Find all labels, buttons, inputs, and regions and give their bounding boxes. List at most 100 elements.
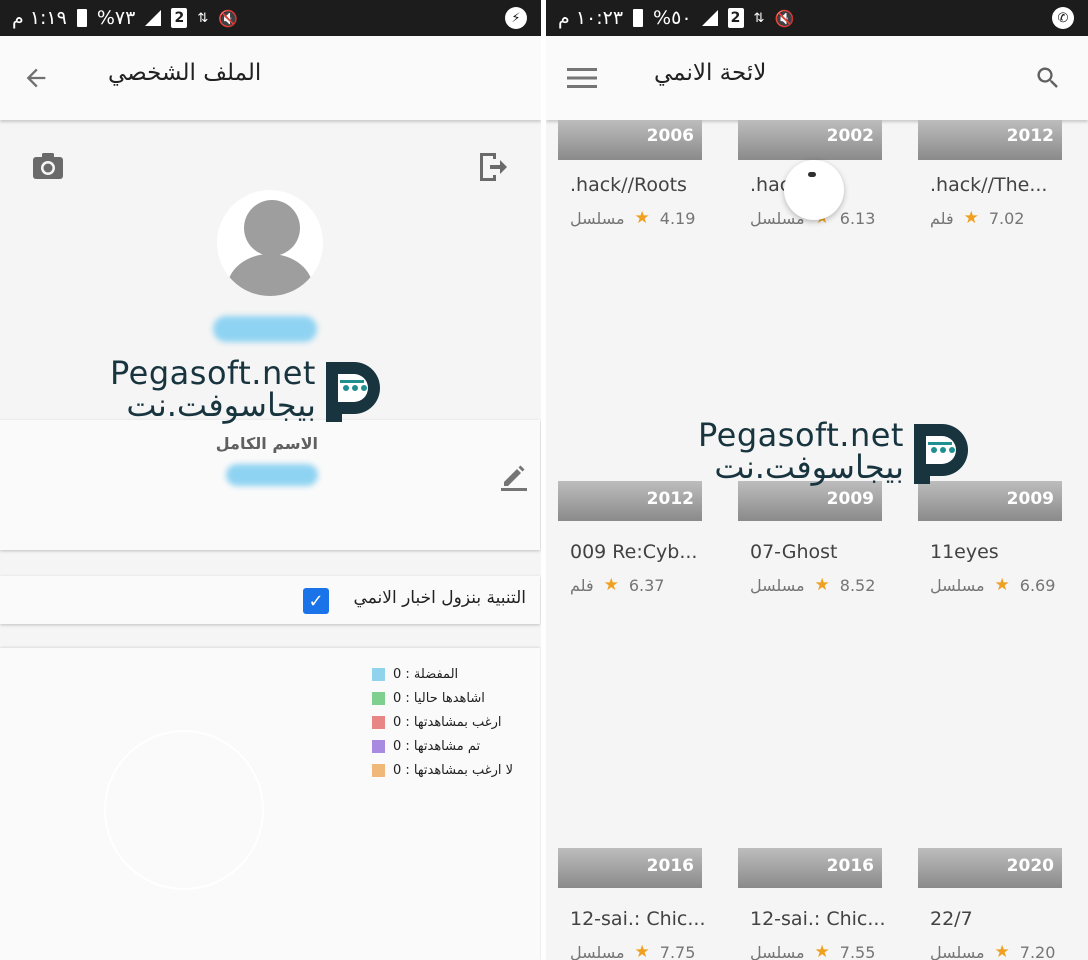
pencil-icon: [501, 465, 527, 491]
legend-item: ارغب بمشاهدتها : 0: [372, 710, 513, 734]
anime-tile[interactable]: 2009 07-Ghost مسلسل ★ 8.52: [738, 481, 882, 597]
anime-title: 009 Re:Cyb...: [570, 541, 698, 563]
news-notification-label: التنبية بنزول اخبار الانمي: [353, 588, 526, 608]
watermark: Pegasoft.net بيجاسوفت.نت: [698, 414, 976, 488]
anime-rating: 4.19: [659, 208, 696, 228]
star-icon: ★: [994, 942, 1010, 960]
anime-thumbnail: 2020: [918, 848, 1062, 888]
anime-title: 22/7: [930, 908, 973, 930]
anime-year: 2016: [646, 856, 694, 876]
full-name-card: الاسم الكامل: [0, 420, 540, 550]
anime-type: فلم: [930, 208, 954, 228]
anime-type: مسلسل: [930, 942, 985, 960]
logout-icon: [480, 153, 507, 181]
battery-level: %٧٣: [96, 7, 136, 29]
legend-label: ارغب بمشاهدتها : 0: [393, 714, 502, 730]
battery-icon: [76, 9, 87, 27]
arrow-left-icon: [26, 68, 46, 88]
anime-tile[interactable]: 2020 22/7 مسلسل ★ 7.20: [918, 848, 1062, 960]
anime-rating: 7.20: [1019, 942, 1056, 960]
anime-thumbnail: 2002: [738, 120, 882, 160]
legend-label: تم مشاهدتها : 0: [393, 738, 481, 754]
anime-type: مسلسل: [930, 575, 985, 595]
anime-thumbnail: 2016: [558, 848, 702, 888]
anime-year: 2012: [1006, 126, 1054, 146]
anime-year: 2016: [826, 856, 874, 876]
star-icon: ★: [994, 575, 1010, 595]
search-button[interactable]: [1030, 60, 1066, 96]
signal-icon: [701, 10, 718, 26]
news-notification-card: التنبية بنزول اخبار الانمي ✓: [0, 576, 540, 624]
hamburger-menu-icon: [567, 68, 597, 88]
page-title: الملف الشخصي: [108, 60, 262, 86]
battery-icon: [633, 9, 644, 27]
blurred-username: [213, 316, 317, 342]
pegasoft-logo-icon: [325, 362, 380, 422]
anime-title: .hack//Roots: [570, 174, 687, 196]
anime-tile[interactable]: 2012 .hack//The... فلم ★ 7.02: [918, 120, 1062, 230]
star-icon: ★: [814, 942, 830, 960]
anime-meta: مسلسل ★ 8.52: [750, 575, 875, 595]
anime-type: مسلسل: [570, 208, 625, 228]
signal-icon: [145, 10, 162, 26]
anime-tile[interactable]: 2006 .hack//Roots مسلسل ★ 4.19: [558, 120, 702, 230]
legend-item: لا ارغب بمشاهدتها : 0: [372, 758, 513, 782]
loading-spinner: [784, 160, 844, 220]
legend-item: المفضلة : 0: [372, 662, 513, 686]
star-icon: ★: [814, 575, 830, 595]
network-icon: ⇅: [753, 10, 765, 26]
anime-tile[interactable]: 2009 11eyes مسلسل ★ 6.69: [918, 481, 1062, 597]
logout-button[interactable]: [476, 150, 508, 184]
star-icon: ★: [634, 942, 650, 960]
mute-icon: 🔇: [774, 8, 795, 28]
legend-item: تم مشاهدتها : 0: [372, 734, 513, 758]
change-photo-button[interactable]: [32, 152, 64, 180]
anime-tile[interactable]: 2016 12-sai.: Chic... مسلسل ★ 7.75: [558, 848, 706, 960]
status-time: ١:١٩ م: [12, 7, 67, 29]
legend-label: المفضلة : 0: [393, 666, 459, 682]
news-notification-checkbox[interactable]: ✓: [303, 588, 329, 614]
camera-icon: [33, 153, 63, 179]
stats-card: المفضلة : 0 اشاهدها حاليا : 0 ارغب بمشاه…: [0, 648, 540, 960]
anime-rating: 7.55: [839, 942, 876, 960]
anime-meta: فلم ★ 7.02: [930, 208, 1024, 228]
anime-rating: 6.37: [628, 575, 665, 595]
messenger-icon: ⚡: [505, 7, 527, 29]
battery-level: %٥٠: [653, 7, 692, 29]
sim-indicator: 2: [171, 8, 188, 28]
pegasoft-logo-icon: [913, 424, 968, 484]
anime-rating: 7.02: [988, 208, 1025, 228]
avatar-head: [244, 200, 300, 256]
profile-app-bar: الملف الشخصي: [0, 36, 541, 120]
anime-rating: 8.52: [839, 575, 876, 595]
anime-grid: 2006 .hack//Roots مسلسل ★ 4.19 2002 .hac n مسلس…: [546, 120, 1088, 960]
watermark: Pegasoft.net بيجاسوفت.نت: [110, 352, 388, 426]
anime-type: فلم: [570, 575, 594, 595]
anime-title: 12-sai.: Chic...: [570, 908, 706, 930]
anime-type: مسلسل: [750, 575, 805, 595]
edit-name-button[interactable]: [500, 462, 528, 492]
legend-swatch: [372, 763, 385, 777]
menu-button[interactable]: [564, 60, 600, 96]
avatar[interactable]: [217, 190, 323, 296]
legend-swatch: [372, 667, 385, 681]
legend-item: اشاهدها حاليا : 0: [372, 686, 513, 710]
anime-meta: مسلسل ★ 7.55: [750, 942, 875, 960]
legend-swatch: [372, 715, 385, 729]
back-button[interactable]: [18, 60, 54, 96]
legend-label: اشاهدها حاليا : 0: [393, 690, 485, 706]
anime-year: 2012: [646, 489, 694, 509]
watermark-en: Pegasoft.net: [698, 416, 904, 454]
anime-meta: مسلسل ★ 4.19: [570, 208, 695, 228]
status-bar: ١٠:٢٣ م %٥٠ 2 ⇅ 🔇 ✆: [546, 0, 1088, 36]
page-title: لائحة الانمي: [654, 60, 767, 86]
watermark-ar: بيجاسوفت.نت: [714, 448, 904, 486]
profile-screen: ١:١٩ م %٧٣ 2 ⇅ 🔇 ⚡ الملف الشخصي الاسم ال…: [0, 0, 541, 960]
anime-tile[interactable]: 2012 009 Re:Cyb... فلم ★ 6.37: [558, 481, 702, 597]
watermark-en: Pegasoft.net: [110, 354, 316, 392]
anime-tile[interactable]: 2016 12-sai.: Chic... مسلسل ★ 7.55: [738, 848, 886, 960]
mute-icon: 🔇: [218, 8, 239, 28]
stats-legend: المفضلة : 0 اشاهدها حاليا : 0 ارغب بمشاه…: [372, 662, 513, 782]
spinner-arc: [808, 172, 816, 177]
anime-meta: مسلسل ★ 6.69: [930, 575, 1055, 595]
